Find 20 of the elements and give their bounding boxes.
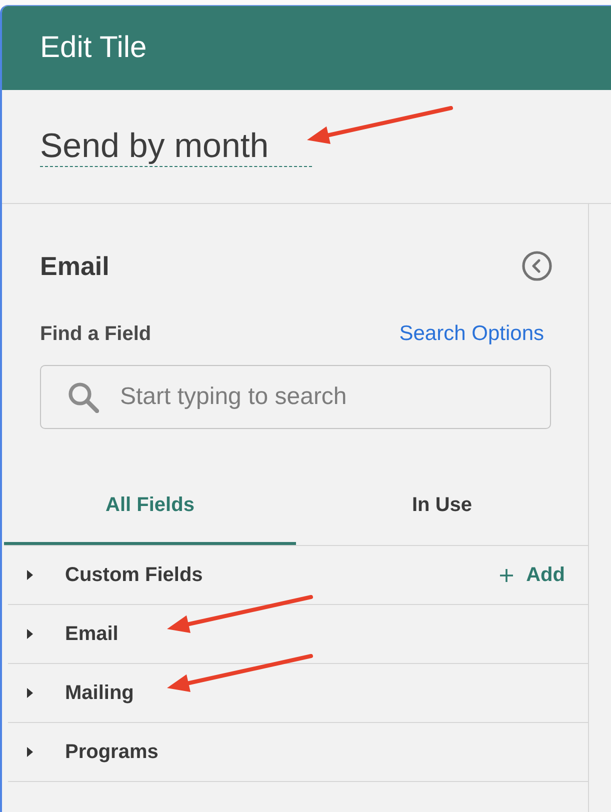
chevron-circle-icon[interactable] — [522, 251, 552, 281]
fields-tab[interactable]: All Fields — [4, 465, 296, 545]
panel-title: Email — [40, 250, 110, 282]
tile-name-field[interactable]: Send by month — [40, 126, 312, 167]
field-group-label[interactable]: Programs — [65, 740, 158, 764]
caret-icon[interactable] — [27, 747, 33, 757]
fields-tab[interactable]: In Use — [296, 465, 588, 545]
search-options-link[interactable]: Search Options — [399, 322, 544, 346]
dialog-title: Edit Tile — [40, 30, 147, 66]
find-field-label: Find a Field — [40, 322, 152, 346]
field-group-label[interactable]: Mailing — [65, 682, 134, 704]
plus-icon — [500, 568, 514, 582]
search-icon — [68, 382, 99, 413]
field-group-label[interactable]: Email — [65, 622, 118, 646]
add-button[interactable]: Add — [500, 564, 565, 586]
field-group-label[interactable]: Custom Fields — [65, 564, 203, 586]
caret-icon[interactable] — [27, 570, 33, 580]
search-field[interactable]: Start typing to search — [40, 365, 551, 429]
caret-icon[interactable] — [27, 688, 33, 698]
caret-icon[interactable] — [27, 629, 33, 639]
